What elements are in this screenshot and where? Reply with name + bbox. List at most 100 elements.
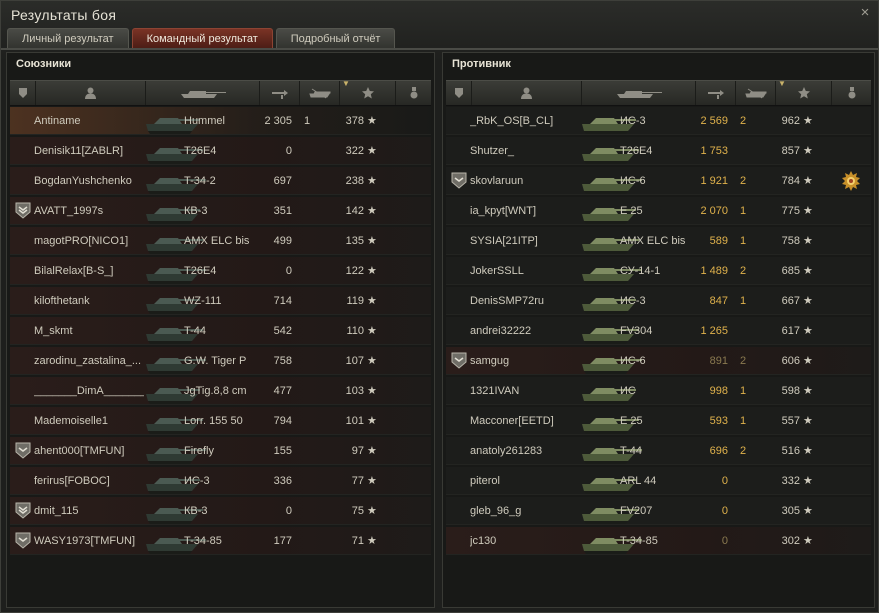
player-column-header[interactable] — [472, 81, 582, 105]
player-row[interactable]: ferirus[FOBOC] ИС-3 336 77 ★ — [10, 467, 431, 495]
player-row[interactable]: BilalRelax[B-S_] T26E4 0 122 ★ — [10, 257, 431, 285]
damage-value: 794 — [273, 415, 292, 427]
vehicle-name: AMX ELC bis — [184, 235, 250, 247]
player-row[interactable]: jc130 T-34-85 0 302 ★ — [446, 527, 871, 555]
xp-star-icon: ★ — [803, 205, 813, 217]
kills-value: 1 — [740, 295, 747, 307]
player-row[interactable]: _______DimA_______ JgTig.8,8 cm 477 103 ★ — [10, 377, 431, 405]
xp-value: 238 — [345, 175, 364, 187]
damage-column-header[interactable] — [696, 81, 736, 105]
player-row[interactable]: ia_kpyt[WNT] E 25 2 070 1 775 ★ — [446, 197, 871, 225]
xp-star-icon: ★ — [367, 235, 377, 247]
badge-icon — [18, 88, 27, 98]
player-name: SYSIA[21ITP] — [470, 235, 538, 247]
xp-star-icon: ★ — [367, 295, 377, 307]
tab-personal-result[interactable]: Личный результат — [7, 28, 129, 49]
player-name: samgug — [470, 355, 510, 367]
xp-star-icon: ★ — [803, 145, 813, 157]
kills-column-header[interactable] — [736, 81, 776, 105]
allies-panel: Союзники ▼ Antiname Hummel 2 305 1 378 ★… — [6, 52, 435, 608]
player-row[interactable]: skovlaruun ИС-6 1 921 2 784 ★ — [446, 167, 871, 195]
kills-value — [740, 497, 752, 525]
player-row[interactable]: Mademoiselle1 Lorr. 155 50 794 101 ★ — [10, 407, 431, 435]
vehicle-column-header[interactable] — [582, 81, 696, 105]
badge-icon — [454, 88, 463, 98]
damage-column-header[interactable] — [260, 81, 300, 105]
tab-team-result[interactable]: Командный результат — [131, 28, 273, 49]
allies-title: Союзники — [16, 58, 72, 70]
xp-value: 784 — [781, 175, 800, 187]
xp-star-icon: ★ — [367, 355, 377, 367]
medal-column-header[interactable] — [832, 81, 871, 105]
player-column-header[interactable] — [36, 81, 146, 105]
vehicle-name: Firefly — [184, 445, 214, 457]
player-name: BogdanYushchenko — [34, 175, 132, 187]
player-row[interactable]: dmit_115 КВ-3 0 75 ★ — [10, 497, 431, 525]
player-name: Antiname — [34, 115, 81, 127]
player-row[interactable]: kilofthetank WZ-111 714 119 ★ — [10, 287, 431, 315]
player-row[interactable]: andrei32222 FV304 1 265 617 ★ — [446, 317, 871, 345]
kills-value — [304, 167, 316, 195]
player-name: DenisSMP72ru — [470, 295, 544, 307]
medal-column-header[interactable] — [396, 81, 431, 105]
player-row[interactable]: Shutzer_ T26E4 1 753 857 ★ — [446, 137, 871, 165]
damage-value: 998 — [709, 385, 728, 397]
damage-value: 847 — [709, 295, 728, 307]
tab-detailed-report[interactable]: Подробный отчёт — [275, 28, 396, 49]
xp-star-icon: ★ — [367, 175, 377, 187]
player-row[interactable]: gleb_96_g FV207 0 305 ★ — [446, 497, 871, 525]
player-row[interactable]: DenisSMP72ru ИС-3 847 1 667 ★ — [446, 287, 871, 315]
kills-column-header[interactable] — [300, 81, 340, 105]
xp-star-icon: ★ — [367, 445, 377, 457]
close-button[interactable]: × — [858, 5, 872, 20]
player-row[interactable]: _RbK_OS[B_CL] ИС-3 2 569 2 962 ★ — [446, 107, 871, 135]
sort-arrow-icon: ▼ — [342, 79, 350, 88]
xp-column-header[interactable]: ▼ — [340, 79, 396, 105]
vehicle-name: T-44 — [620, 445, 643, 457]
player-row[interactable]: samgug ИС-6 891 2 606 ★ — [446, 347, 871, 375]
damage-value: 336 — [273, 475, 292, 487]
player-row[interactable]: magotPRO[NICO1] AMX ELC bis 499 135 ★ — [10, 227, 431, 255]
damage-value: 593 — [709, 415, 728, 427]
player-row[interactable]: Antiname Hummel 2 305 1 378 ★ — [10, 107, 431, 135]
player-row[interactable]: anatoly261283 T-44 696 2 516 ★ — [446, 437, 871, 465]
player-row[interactable]: Denisik11[ZABLR] T26E4 0 322 ★ — [10, 137, 431, 165]
kills-value — [304, 467, 316, 495]
vehicle-name: E 25 — [620, 415, 643, 427]
player-row[interactable]: Macconer[EETD] E 25 593 1 557 ★ — [446, 407, 871, 435]
xp-star-icon — [361, 87, 374, 99]
player-name: _______DimA_______ — [34, 385, 144, 397]
player-name: AVATT_1997s — [34, 205, 104, 217]
xp-column-header[interactable]: ▼ — [776, 79, 832, 105]
player-row[interactable]: zarodinu_zastalina_... G.W. Tiger P 758 107… — [10, 347, 431, 375]
player-row[interactable]: ahent000[TMFUN] Firefly 155 97 ★ — [10, 437, 431, 465]
player-name: magotPRO[NICO1] — [34, 235, 129, 247]
player-row[interactable]: BogdanYushchenko T-34-2 697 238 ★ — [10, 167, 431, 195]
badge-column-header[interactable] — [446, 81, 472, 105]
damage-value: 0 — [285, 145, 292, 157]
xp-value: 122 — [345, 265, 364, 277]
vehicle-column-header[interactable] — [146, 81, 260, 105]
player-row[interactable]: piterol ARL 44 0 332 ★ — [446, 467, 871, 495]
player-row[interactable]: SYSIA[21ITP] AMX ELC bis 589 1 758 ★ — [446, 227, 871, 255]
kills-value: 2 — [740, 175, 747, 187]
vehicle-name: Lorr. 155 50 — [184, 415, 243, 427]
medal-icon — [410, 87, 417, 99]
player-row[interactable]: M_skmt T-44 542 110 ★ — [10, 317, 431, 345]
player-row[interactable]: WASY1973[TMFUN] T-34-85 177 71 ★ — [10, 527, 431, 555]
kills-value: 1 — [740, 385, 747, 397]
damage-value: 2 070 — [700, 205, 728, 217]
vehicle-name: T-34-85 — [620, 535, 658, 547]
player-row[interactable]: 1321IVAN ИС 998 1 598 ★ — [446, 377, 871, 405]
xp-value: 962 — [781, 115, 800, 127]
xp-value: 606 — [781, 355, 800, 367]
vehicle-name: JgTig.8,8 cm — [184, 385, 247, 397]
badge-column-header[interactable] — [10, 81, 36, 105]
player-name: jc130 — [470, 535, 497, 547]
kills-value — [740, 527, 752, 555]
vehicle-name: FV207 — [620, 505, 653, 517]
player-row[interactable]: AVATT_1997s КВ-3 351 142 ★ — [10, 197, 431, 225]
player-name: gleb_96_g — [470, 505, 522, 517]
player-row[interactable]: JokerSSLL СУ-14-1 1 489 2 685 ★ — [446, 257, 871, 285]
kills-value: 1 — [740, 205, 747, 217]
